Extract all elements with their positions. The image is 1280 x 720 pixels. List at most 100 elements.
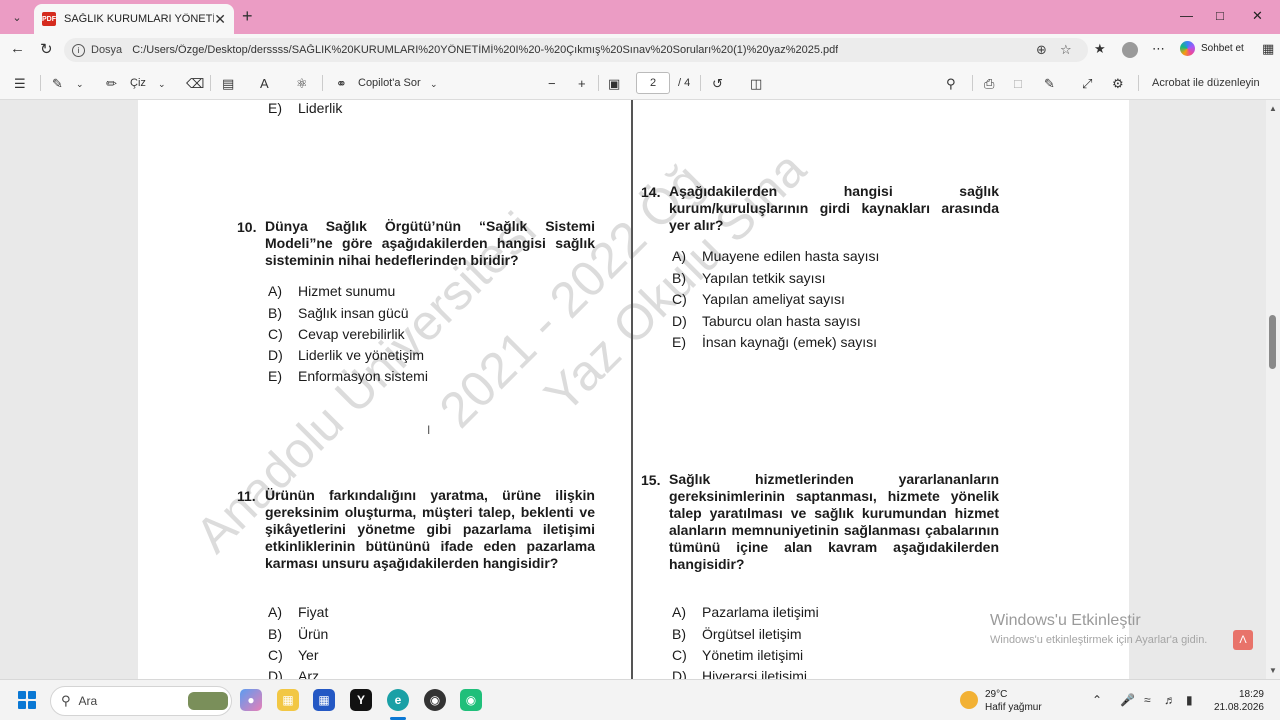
page-view-icon[interactable]: ◫ — [750, 76, 762, 92]
answer-option: C) Yapılan ameliyat sayısı — [672, 291, 845, 308]
option-letter: B) — [268, 626, 282, 642]
chrome-app-icon[interactable]: ◉ — [424, 689, 446, 711]
option-text: Yönetim iletişimi — [702, 647, 804, 663]
settings-gear-icon[interactable]: ⚙ — [1112, 76, 1124, 92]
toolbar-divider — [700, 75, 701, 91]
option-text: Enformasyon sistemi — [298, 368, 428, 384]
answer-option: E) Enformasyon sistemi — [268, 368, 428, 385]
clock-time: 18:29 — [1238, 689, 1264, 700]
option-letter: E) — [672, 334, 686, 350]
acrobat-icon[interactable]: Λ — [1233, 630, 1253, 650]
scrollbar-thumb[interactable] — [1269, 315, 1276, 369]
search-icon: ⚲ — [61, 693, 71, 708]
weather-sun-icon[interactable] — [960, 691, 978, 709]
answer-option: C) Yönetim iletişimi — [672, 647, 803, 664]
microphone-icon[interactable]: 🎤 — [1120, 693, 1135, 707]
zoom-icon[interactable]: ⊕ — [1036, 42, 1047, 58]
toolbar-divider — [210, 75, 211, 91]
favorites-icon[interactable]: ★ — [1094, 41, 1106, 57]
address-url[interactable]: C:/Users/Özge/Desktop/derssss/SAĞLIK%20K… — [132, 44, 838, 56]
edge-browser-icon[interactable]: e — [387, 689, 409, 711]
wifi-icon[interactable]: ≈ — [1144, 693, 1151, 707]
pdf-document-view[interactable]: Anadolu Üniversitesi 2021 - 2022 Öğ Yaz … — [0, 100, 1266, 679]
toolbar-divider — [322, 75, 323, 91]
reload-icon[interactable]: ↻ — [40, 40, 53, 58]
draw-label[interactable]: Çiz — [130, 77, 146, 89]
system-clock[interactable]: 18:29 21.08.2026 — [1208, 688, 1264, 714]
vertical-scrollbar[interactable]: ▲ ▼ — [1266, 100, 1280, 679]
option-text: Muayene edilen hasta sayısı — [702, 248, 880, 264]
zoom-in-icon[interactable]: + — [578, 76, 586, 91]
option-letter: C) — [672, 647, 687, 663]
site-info-icon[interactable]: i — [72, 43, 85, 57]
windows-taskbar: ⚲ Ara ● ▦ ▦ Y e ◉ ◉ 29°C Hafif yağmur ⌃ … — [0, 679, 1280, 720]
option-letter: D) — [672, 668, 687, 679]
close-tab-icon[interactable]: ✕ — [214, 11, 226, 28]
print-icon[interactable]: ⎙ — [984, 76, 994, 92]
sidebar-toggle-icon[interactable]: ▦ — [1262, 41, 1274, 57]
scroll-down-icon[interactable]: ▼ — [1269, 666, 1277, 675]
more-options-icon[interactable]: ⋯ — [1152, 41, 1165, 57]
close-window-icon[interactable]: ✕ — [1252, 8, 1263, 24]
volume-icon[interactable]: ♬ — [1164, 693, 1176, 707]
search-highlight-icon[interactable] — [188, 692, 228, 710]
question-text: Ürünün farkındalığını yaratma, ürüne ili… — [265, 487, 595, 571]
back-icon[interactable]: ← — [10, 40, 25, 57]
rotate-icon[interactable]: ↺ — [712, 76, 723, 92]
chat-app-icon[interactable]: ◉ — [460, 689, 482, 711]
save-icon[interactable]: □ — [1014, 76, 1022, 91]
pdf-page: Anadolu Üniversitesi 2021 - 2022 Öğ Yaz … — [138, 100, 1129, 679]
copilot-ask-options-icon[interactable]: ⌄ — [430, 79, 438, 90]
copilot-chat-button[interactable]: Sohbet et — [1180, 41, 1244, 56]
highlight-icon[interactable]: ✎ — [52, 76, 63, 92]
weather-widget[interactable]: 29°C Hafif yağmur — [985, 688, 1042, 714]
read-aloud-icon[interactable]: A — [260, 76, 269, 91]
fullscreen-icon[interactable]: ⤢ — [1082, 76, 1092, 92]
page-number-input[interactable]: 2 — [636, 72, 670, 94]
favorite-star-icon[interactable]: ☆ — [1060, 42, 1072, 58]
total-pages-label: / 4 — [678, 77, 691, 89]
copilot-app-icon[interactable]: ● — [240, 689, 262, 711]
highlight-options-icon[interactable]: ⌄ — [76, 79, 84, 90]
maximize-icon[interactable]: □ — [1216, 8, 1224, 23]
navigation-bar: ← ↻ i Dosya C:/Users/Özge/Desktop/dersss… — [0, 34, 1280, 66]
draw-icon[interactable]: ✏ — [106, 76, 117, 92]
option-text: Arz — [298, 668, 319, 679]
contents-icon[interactable]: ☰ — [14, 76, 26, 92]
yandex-app-icon[interactable]: Y — [350, 689, 372, 711]
file-explorer-icon[interactable]: ▦ — [277, 689, 299, 711]
answer-option: E) İnsan kaynağı (emek) sayısı — [672, 334, 877, 351]
tray-overflow-icon[interactable]: ⌃ — [1092, 693, 1102, 707]
option-text: Liderlik ve yönetişim — [298, 347, 425, 363]
new-tab-icon[interactable]: + — [242, 6, 253, 27]
option-letter: E) — [268, 100, 282, 116]
eraser-icon[interactable]: ⌫ — [186, 76, 204, 92]
profile-avatar[interactable] — [1122, 42, 1138, 58]
zoom-out-icon[interactable]: − — [548, 76, 556, 91]
search-icon[interactable]: ⚲ — [946, 76, 956, 92]
option-letter: E) — [268, 368, 282, 384]
windows-start-icon[interactable] — [18, 691, 36, 709]
tab-actions-menu-icon[interactable]: ⌄ — [6, 6, 28, 28]
scroll-up-icon[interactable]: ▲ — [1269, 104, 1277, 113]
minimize-icon[interactable]: — — [1180, 8, 1193, 23]
translate-icon[interactable]: ⚛ — [296, 76, 308, 92]
option-text: İnsan kaynağı (emek) sayısı — [702, 334, 878, 350]
fit-page-icon[interactable]: ▣ — [608, 76, 620, 92]
answer-option: A) Fiyat — [268, 604, 328, 621]
address-bar[interactable]: i Dosya C:/Users/Özge/Desktop/derssss/SA… — [64, 38, 1088, 62]
battery-icon[interactable]: ▮ — [1186, 693, 1193, 707]
acrobat-edit-button[interactable]: Acrobat ile düzenleyin — [1152, 77, 1260, 89]
copilot-ask-icon[interactable]: ⚭ — [336, 76, 347, 92]
text-box-icon[interactable]: ▤ — [222, 76, 234, 92]
question-number: 11. — [237, 488, 256, 504]
answer-option: D) Arz — [268, 668, 319, 679]
answer-option: D) Taburcu olan hasta sayısı — [672, 313, 861, 330]
draw-options-icon[interactable]: ⌄ — [158, 79, 166, 90]
browser-tab-active[interactable]: PDF SAĞLIK KURUMLARI YÖNETİMİ I - ✕ — [34, 4, 234, 34]
copilot-ask-label[interactable]: Copilot'a Sor — [358, 77, 421, 89]
answer-option: C) Cevap verebilirlik — [268, 326, 405, 343]
microsoft-store-icon[interactable]: ▦ — [313, 689, 335, 711]
option-letter: A) — [268, 283, 282, 299]
save-as-icon[interactable]: ✎ — [1044, 76, 1055, 92]
